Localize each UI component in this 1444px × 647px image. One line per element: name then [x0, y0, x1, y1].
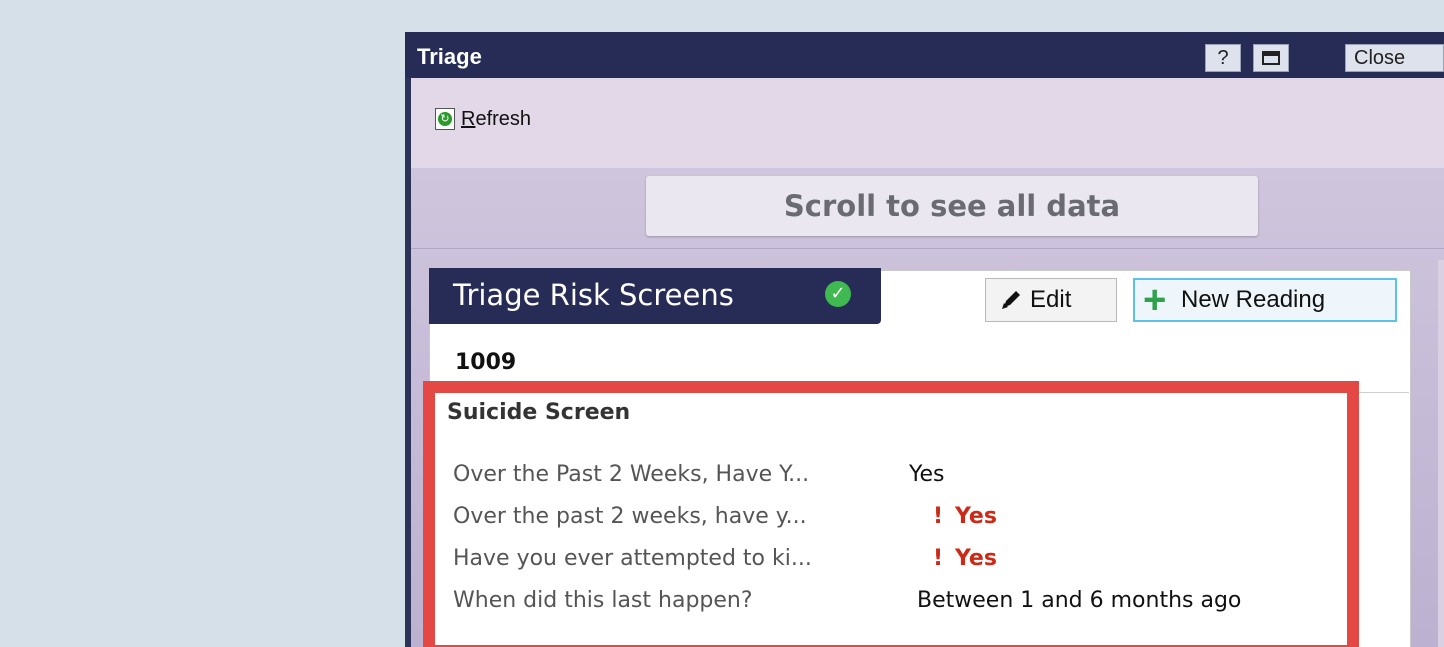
- edit-button[interactable]: Edit: [985, 278, 1117, 322]
- refresh-button[interactable]: Refresh: [461, 108, 531, 131]
- title-bar: Triage ? Close: [405, 32, 1444, 78]
- answer-3: Yes: [955, 546, 997, 571]
- scrollbar-track[interactable]: [1438, 260, 1444, 647]
- new-reading-button[interactable]: + New Reading: [1133, 278, 1397, 322]
- window-title: Triage: [417, 44, 482, 69]
- plus-icon: +: [1143, 278, 1167, 322]
- check-circle-icon: ✓: [825, 281, 851, 307]
- edit-label: Edit: [1030, 286, 1072, 313]
- window-content: ↻ Refresh Scroll to see all data Triage …: [411, 78, 1444, 647]
- question-4: When did this last happen?: [453, 588, 753, 613]
- alert-icon: !: [933, 504, 944, 529]
- maximize-button[interactable]: [1253, 44, 1289, 72]
- answer-1: Yes: [909, 462, 945, 487]
- pencil-icon: [1002, 291, 1020, 309]
- scroll-hint: Scroll to see all data: [646, 176, 1258, 236]
- maximize-icon: [1262, 51, 1280, 65]
- record-id: 1009: [455, 350, 517, 375]
- question-3: Have you ever attempted to ki...: [453, 546, 812, 571]
- triage-window: Triage ? Close ↻ Refresh Scroll to see a…: [405, 32, 1444, 647]
- question-2: Over the past 2 weeks, have y...: [453, 504, 807, 529]
- alert-icon: !: [933, 546, 944, 571]
- answer-4: Between 1 and 6 months ago: [917, 588, 1242, 613]
- divider: [411, 248, 1444, 249]
- new-reading-label: New Reading: [1181, 286, 1326, 313]
- panel-header: Triage Risk Screens ✓: [429, 268, 881, 324]
- close-button[interactable]: Close: [1345, 44, 1444, 72]
- refresh-icon[interactable]: ↻: [435, 108, 455, 130]
- answer-2: Yes: [955, 504, 997, 529]
- panel-title: Triage Risk Screens: [453, 278, 734, 312]
- question-1: Over the Past 2 Weeks, Have Y...: [453, 462, 810, 487]
- suicide-screen-title: Suicide Screen: [447, 400, 631, 425]
- toolbar: ↻ Refresh: [411, 78, 1444, 168]
- help-button[interactable]: ?: [1205, 44, 1241, 72]
